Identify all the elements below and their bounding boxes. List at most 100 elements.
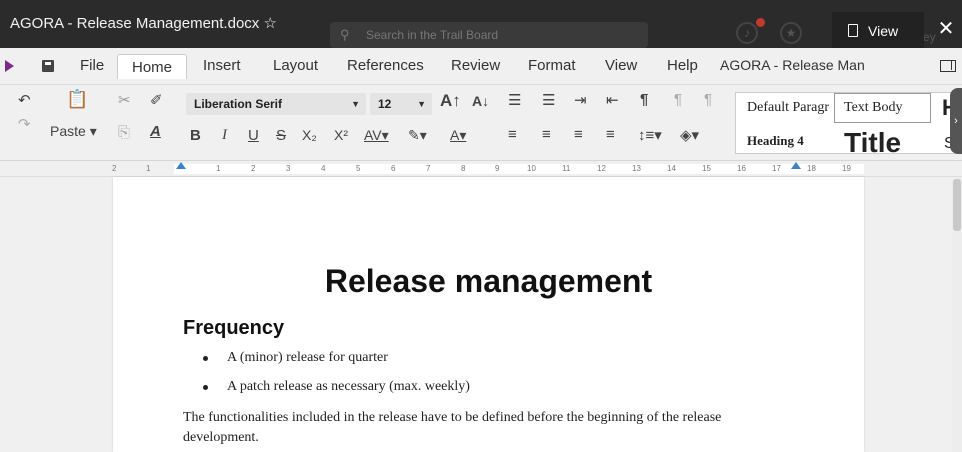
search-box[interactable]: ⚲ Search in the Trail Board — [330, 22, 648, 48]
ruler-tick: 2 — [112, 164, 117, 173]
shrink-font-icon[interactable]: A↓ — [472, 93, 489, 109]
strikethrough-icon[interactable]: S — [276, 127, 286, 144]
menu-file[interactable]: File — [80, 57, 104, 74]
tab-review[interactable]: Review — [451, 57, 500, 74]
ruler-tick: 3 — [286, 164, 291, 173]
decrease-indent-icon[interactable]: ⇤ — [606, 91, 619, 109]
bold-icon[interactable]: B — [190, 127, 201, 144]
style-heading-4[interactable]: Heading 4 — [747, 133, 804, 149]
ruler-tick: 5 — [356, 164, 361, 173]
rtl-icon[interactable]: ¶ — [704, 91, 712, 108]
increase-indent-icon[interactable]: ⇥ — [574, 91, 587, 109]
tab-home[interactable]: Home — [117, 54, 187, 79]
ruler-tick: 15 — [702, 164, 711, 173]
toolbar: ↶ ↷ 📋 Paste ▾ ✂ ✐ ⎘ A Liberation Serif ▼… — [0, 85, 962, 161]
highlight-color-icon[interactable]: ✎▾ — [408, 127, 427, 144]
italic-icon[interactable]: I — [222, 127, 227, 144]
document-page[interactable]: Release management Frequency A (minor) r… — [113, 177, 864, 452]
ruler-tick: 13 — [632, 164, 641, 173]
star-icon[interactable]: ★ — [780, 22, 802, 44]
ruler-tick: 18 — [807, 164, 816, 173]
ruler-tick: 14 — [667, 164, 676, 173]
formatting-marks-icon[interactable]: ¶ — [640, 91, 648, 108]
ruler-tick: 16 — [737, 164, 746, 173]
paste-button[interactable]: Paste ▾ — [50, 123, 97, 140]
view-button-label: View — [868, 23, 899, 39]
vertical-scrollbar[interactable] — [952, 177, 962, 452]
clone-formatting-icon[interactable]: ✐ — [150, 91, 163, 109]
view-button[interactable]: View — [832, 12, 924, 48]
style-default-paragraph[interactable]: Default Paragr — [747, 100, 829, 116]
ruler-tick: 1 — [146, 164, 151, 173]
font-family-select[interactable]: Liberation Serif ▼ — [186, 93, 366, 115]
right-indent-marker[interactable] — [791, 162, 801, 169]
ruler-page-area — [174, 164, 864, 174]
document-canvas: Release management Frequency A (minor) r… — [0, 177, 962, 452]
ruler-tick: 2 — [251, 164, 256, 173]
align-right-icon[interactable]: ≡ — [574, 126, 583, 143]
document-name: AGORA - Release Man — [720, 57, 865, 73]
save-icon[interactable] — [42, 60, 54, 72]
bullet-icon — [203, 356, 208, 361]
ruler-tick: 11 — [562, 164, 571, 173]
scrollbar-thumb[interactable] — [953, 179, 961, 231]
bullets-icon[interactable]: ☰ — [508, 91, 521, 109]
undo-icon[interactable]: ↶ — [18, 91, 31, 109]
font-size-select[interactable]: 12 ▼ — [370, 93, 432, 115]
ruler: 2 1 1 2 3 4 5 6 7 8 9 10 11 12 13 14 15 … — [0, 161, 962, 177]
chevron-right-icon[interactable]: › — [950, 88, 962, 154]
tab-references[interactable]: References — [347, 57, 424, 74]
tab-format[interactable]: Format — [528, 57, 576, 74]
close-button[interactable]: ✕ — [930, 10, 962, 48]
styles-gallery: Default Paragr Text Body H Heading 4 Tit… — [735, 92, 962, 154]
document-icon — [848, 24, 858, 37]
clear-formatting-icon[interactable]: A — [150, 123, 161, 140]
document-title: Release management — [324, 263, 653, 299]
tab-layout[interactable]: Layout — [273, 57, 318, 74]
cut-icon[interactable]: ✂ — [118, 91, 131, 109]
superscript-icon[interactable]: X² — [334, 127, 348, 143]
ruler-tick: 4 — [321, 164, 326, 173]
left-indent-marker[interactable] — [176, 162, 186, 169]
numbering-icon[interactable]: ☰ — [542, 91, 555, 109]
notification-dot-icon — [756, 18, 765, 27]
sidebar-toggle-icon[interactable] — [940, 60, 956, 72]
ltr-icon[interactable]: ¶ — [674, 91, 682, 108]
redo-icon[interactable]: ↷ — [18, 115, 31, 133]
title-bar: AGORA - Release Management.docx ☆ ⚲ Sear… — [0, 0, 962, 48]
underline-icon[interactable]: U — [248, 127, 259, 144]
ruler-tick: 12 — [597, 164, 606, 173]
ruler-tick: 10 — [527, 164, 536, 173]
style-title[interactable]: Title — [844, 127, 901, 153]
paragraph-background-icon[interactable]: ◈▾ — [680, 126, 699, 144]
font-color-icon[interactable]: A▾ — [450, 127, 466, 144]
style-text-body[interactable]: Text Body — [844, 100, 903, 116]
ruler-tick: 6 — [391, 164, 396, 173]
tab-insert[interactable]: Insert — [203, 57, 241, 74]
ruler-tick: 8 — [461, 164, 466, 173]
font-size-value: 12 — [378, 97, 392, 111]
tab-help[interactable]: Help — [667, 57, 698, 74]
chevron-down-icon: ▼ — [351, 99, 360, 109]
tab-view[interactable]: View — [605, 57, 637, 74]
align-center-icon[interactable]: ≡ — [542, 126, 551, 143]
justify-icon[interactable]: ≡ — [606, 126, 615, 143]
character-spacing-icon[interactable]: AV▾ — [364, 127, 389, 144]
ruler-tick: 7 — [426, 164, 431, 173]
copy-icon[interactable]: ⎘ — [118, 124, 130, 141]
grow-font-icon[interactable]: A↑ — [440, 91, 461, 111]
ruler-tick: 17 — [772, 164, 781, 173]
collapse-arrow-icon[interactable] — [5, 60, 14, 72]
subscript-icon[interactable]: X₂ — [302, 127, 317, 143]
clipboard-icon[interactable]: 📋 — [66, 89, 88, 110]
align-left-icon[interactable]: ≡ — [508, 126, 517, 143]
line-spacing-icon[interactable]: ↕≡▾ — [638, 126, 662, 144]
search-icon: ⚲ — [340, 27, 350, 42]
body-paragraph: The functionalities included in the rele… — [183, 410, 722, 445]
window-title: AGORA - Release Management.docx ☆ — [10, 15, 277, 32]
menu-bar: File Home Insert Layout References Revie… — [0, 48, 962, 85]
ruler-tick: 19 — [842, 164, 851, 173]
bell-icon[interactable]: ♪ — [736, 22, 758, 44]
search-placeholder: Search in the Trail Board — [366, 28, 499, 42]
ruler-tick: 1 — [216, 164, 221, 173]
